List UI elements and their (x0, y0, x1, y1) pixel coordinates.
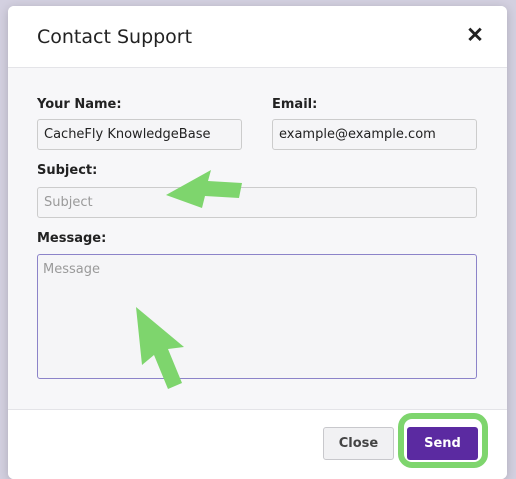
dialog-body: Your Name: Email: Subject: Message: (8, 68, 507, 409)
close-button[interactable]: Close (323, 427, 394, 460)
email-field[interactable] (272, 119, 477, 150)
message-label: Message: (37, 231, 107, 246)
email-label: Email: (272, 97, 318, 112)
name-field[interactable] (37, 119, 242, 150)
dialog-title: Contact Support (37, 26, 193, 48)
contact-support-dialog: Contact Support ✕ Your Name: Email: Subj… (8, 6, 507, 479)
dialog-header: Contact Support ✕ (8, 6, 507, 68)
send-button-highlight (398, 413, 488, 468)
subject-label: Subject: (37, 163, 98, 178)
name-label: Your Name: (37, 97, 122, 112)
close-icon[interactable]: ✕ (464, 25, 486, 47)
subject-input[interactable] (37, 187, 477, 218)
message-textarea[interactable] (37, 254, 477, 379)
